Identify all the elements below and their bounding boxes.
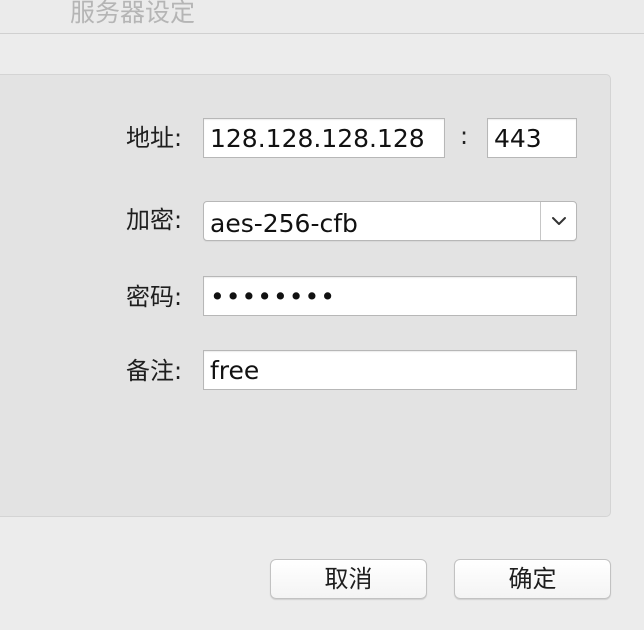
address-input[interactable] [203,118,445,158]
password-input[interactable] [203,276,577,316]
address-label: 地址: [126,124,183,152]
title-bar: 服务器设定 [0,0,644,34]
chevron-down-icon [551,217,566,225]
dropdown-arrow[interactable] [540,202,576,240]
port-separator: : [460,122,469,150]
encryption-label: 加密: [126,206,183,234]
encryption-selected-value: aes-256-cfb [210,209,358,238]
remark-label: 备注: [126,357,183,385]
remark-input[interactable] [203,350,577,390]
window-title: 服务器设定 [70,0,196,27]
ok-button[interactable]: 确定 [454,559,611,599]
port-input[interactable] [487,118,577,158]
cancel-button[interactable]: 取消 [270,559,427,599]
password-label: 密码: [126,283,183,311]
encryption-select[interactable]: aes-256-cfb [203,201,577,241]
